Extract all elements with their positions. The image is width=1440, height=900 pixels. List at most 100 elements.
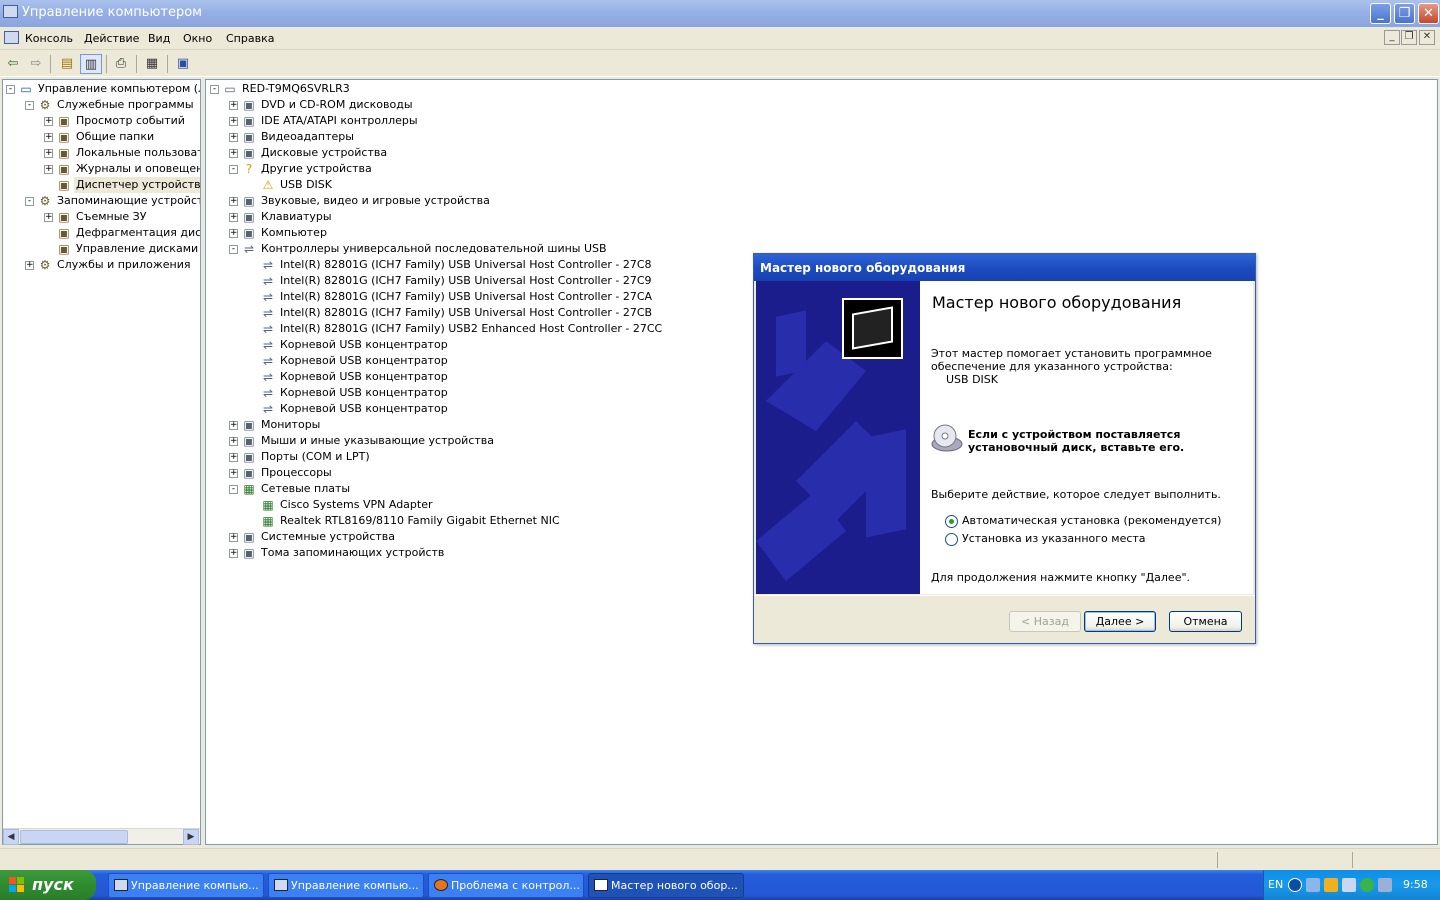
auto-install-radio[interactable] [945, 515, 958, 528]
console-tree-item[interactable]: Общие папки [74, 129, 156, 145]
back-button[interactable]: < Назад [1009, 611, 1081, 632]
scroll-thumb[interactable] [20, 830, 128, 844]
language-indicator[interactable]: EN [1268, 878, 1283, 891]
menu-view[interactable]: Вид [148, 32, 170, 45]
tree-expander[interactable]: + [25, 261, 34, 270]
cancel-button[interactable]: Отмена [1169, 611, 1242, 632]
device-tree-item[interactable]: Видеоадаптеры [259, 129, 356, 145]
task-computer-management-1[interactable]: Управление компью... [108, 873, 264, 898]
monitor-icon[interactable] [1378, 878, 1392, 892]
menu-window[interactable]: Окно [183, 32, 212, 45]
tree-expander[interactable]: + [229, 101, 238, 110]
back-icon[interactable]: ⇦ [2, 54, 24, 74]
tree-expander[interactable]: - [229, 165, 238, 174]
scroll-right-button[interactable]: ▶ [183, 829, 199, 845]
forward-icon[interactable]: ⇨ [25, 54, 47, 74]
device-tree-item[interactable]: Intel(R) 82801G (ICH7 Family) USB Univer… [278, 273, 654, 289]
tree-expander[interactable]: - [6, 85, 15, 94]
device-tree-item[interactable]: Intel(R) 82801G (ICH7 Family) USB Univer… [278, 257, 654, 273]
device-tree-item[interactable]: Дисковые устройства [259, 145, 389, 161]
console-tree-item[interactable]: Просмотр событий [74, 113, 187, 129]
console-tree-item[interactable]: Диспетчер устройств [74, 177, 200, 193]
device-tree-item[interactable]: Корневой USB концентратор [278, 353, 450, 369]
device-tree-item[interactable]: Процессоры [259, 465, 334, 481]
tree-expander[interactable]: + [229, 437, 238, 446]
tree-expander[interactable]: + [44, 213, 53, 222]
tree-expander[interactable]: + [229, 213, 238, 222]
tree-expander[interactable]: + [44, 165, 53, 174]
device-tree-item[interactable]: Корневой USB концентратор [278, 369, 450, 385]
device-tree-item[interactable]: Мониторы [259, 417, 322, 433]
tree-expander[interactable]: - [210, 85, 219, 94]
device-tree-item[interactable]: Корневой USB концентратор [278, 337, 450, 353]
folder-up-icon[interactable]: ▤ [56, 54, 78, 74]
mdi-restore-button[interactable]: ❐ [1401, 30, 1417, 45]
tree-expander[interactable]: - [25, 101, 34, 110]
device-tree-item[interactable]: Системные устройства [259, 529, 397, 545]
printer-icon[interactable]: ⎙ [110, 54, 132, 74]
tray-arrow-icon[interactable] [1288, 878, 1302, 892]
device-tree-item[interactable]: Тома запоминающих устройств [259, 545, 446, 561]
device-tree-item[interactable]: Realtek RTL8169/8110 Family Gigabit Ethe… [278, 513, 562, 529]
menu-help[interactable]: Справка [226, 32, 274, 45]
console-tree-item[interactable]: Запоминающие устройства [55, 193, 200, 209]
tree-expander[interactable]: - [229, 245, 238, 254]
console-tree-item[interactable]: Журналы и оповещения пр [74, 161, 200, 177]
console-tree-item[interactable]: Управление дисками [74, 241, 200, 257]
device-tree-item[interactable]: Cisco Systems VPN Adapter [278, 497, 435, 513]
scroll-left-button[interactable]: ◀ [3, 829, 19, 845]
menu-console[interactable]: Консоль [25, 32, 73, 45]
next-button[interactable]: Далее > [1084, 611, 1156, 632]
task-hardware-wizard[interactable]: Мастер нового обор... [588, 873, 744, 898]
task-computer-management-2[interactable]: Управление компью... [268, 873, 424, 898]
console-tree-item[interactable]: Дефрагментация диска [74, 225, 200, 241]
dialog-titlebar[interactable]: Мастер нового оборудования [754, 254, 1255, 281]
mdi-minimize-button[interactable]: _ [1384, 30, 1400, 45]
manual-install-label[interactable]: Установка из указанного места [962, 532, 1146, 545]
manual-install-radio[interactable] [945, 533, 958, 546]
device-tree-item[interactable]: RED-T9MQ6SVRLR3 [240, 81, 352, 97]
shield-icon[interactable] [1324, 878, 1338, 892]
minimize-button[interactable]: _ [1370, 3, 1391, 24]
device-tree-item[interactable]: DVD и CD-ROM дисководы [259, 97, 415, 113]
tree-expander[interactable]: + [44, 133, 53, 142]
console-tree-item[interactable]: Служебные программы [55, 97, 196, 113]
console-icon[interactable] [4, 31, 19, 44]
device-tree-item[interactable]: Компьютер [259, 225, 329, 241]
tree-expander[interactable]: + [44, 149, 53, 158]
tree-expander[interactable]: + [229, 229, 238, 238]
task-browser[interactable]: Проблема с контрол... [428, 873, 584, 898]
device-tree-item[interactable]: Мыши и иные указывающие устройства [259, 433, 496, 449]
device-tree-item[interactable]: Клавиатуры [259, 209, 334, 225]
console-tree-item[interactable]: Управление компьютером (локаль [36, 81, 200, 97]
device-tree-item[interactable]: Intel(R) 82801G (ICH7 Family) USB2 Enhan… [278, 321, 664, 337]
left-hscrollbar[interactable]: ◀ ▶ [3, 828, 200, 845]
show-hide-tree-icon[interactable]: ▥ [80, 54, 102, 74]
restore-button[interactable]: ❐ [1394, 3, 1415, 24]
device-tree-item[interactable]: Intel(R) 82801G (ICH7 Family) USB Univer… [278, 289, 654, 305]
tree-expander[interactable]: + [229, 117, 238, 126]
flag-icon[interactable] [1342, 878, 1356, 892]
tree-expander[interactable]: + [229, 133, 238, 142]
device-tree-item[interactable]: Контроллеры универсальной последовательн… [259, 241, 609, 257]
device-tree-item[interactable]: Сетевые платы [259, 481, 352, 497]
device-tree-item[interactable]: Корневой USB концентратор [278, 385, 450, 401]
mdi-close-button[interactable]: ✕ [1419, 30, 1435, 45]
start-button[interactable]: пуск [0, 870, 96, 900]
device-tree-item[interactable]: USB DISK [278, 177, 334, 193]
device-tree-item[interactable]: Intel(R) 82801G (ICH7 Family) USB Univer… [278, 305, 654, 321]
network-icon[interactable] [1306, 878, 1320, 892]
device-tree-item[interactable]: Порты (COM и LPT) [259, 449, 372, 465]
status-green-icon[interactable] [1360, 878, 1374, 892]
window-titlebar[interactable]: Управление компьютером _ ❐ ✕ [0, 0, 1440, 27]
help-icon[interactable]: ▣ [172, 54, 194, 74]
tree-expander[interactable]: + [229, 453, 238, 462]
tree-expander[interactable]: + [229, 149, 238, 158]
close-button[interactable]: ✕ [1418, 3, 1439, 24]
console-tree-item[interactable]: Службы и приложения [55, 257, 192, 273]
auto-install-label[interactable]: Автоматическая установка (рекомендуется) [962, 514, 1221, 527]
tree-expander[interactable]: - [25, 197, 34, 206]
console-tree-item[interactable]: Локальные пользователи и [74, 145, 200, 161]
tree-expander[interactable]: + [44, 117, 53, 126]
console-tree-item[interactable]: Съемные ЗУ [74, 209, 148, 225]
